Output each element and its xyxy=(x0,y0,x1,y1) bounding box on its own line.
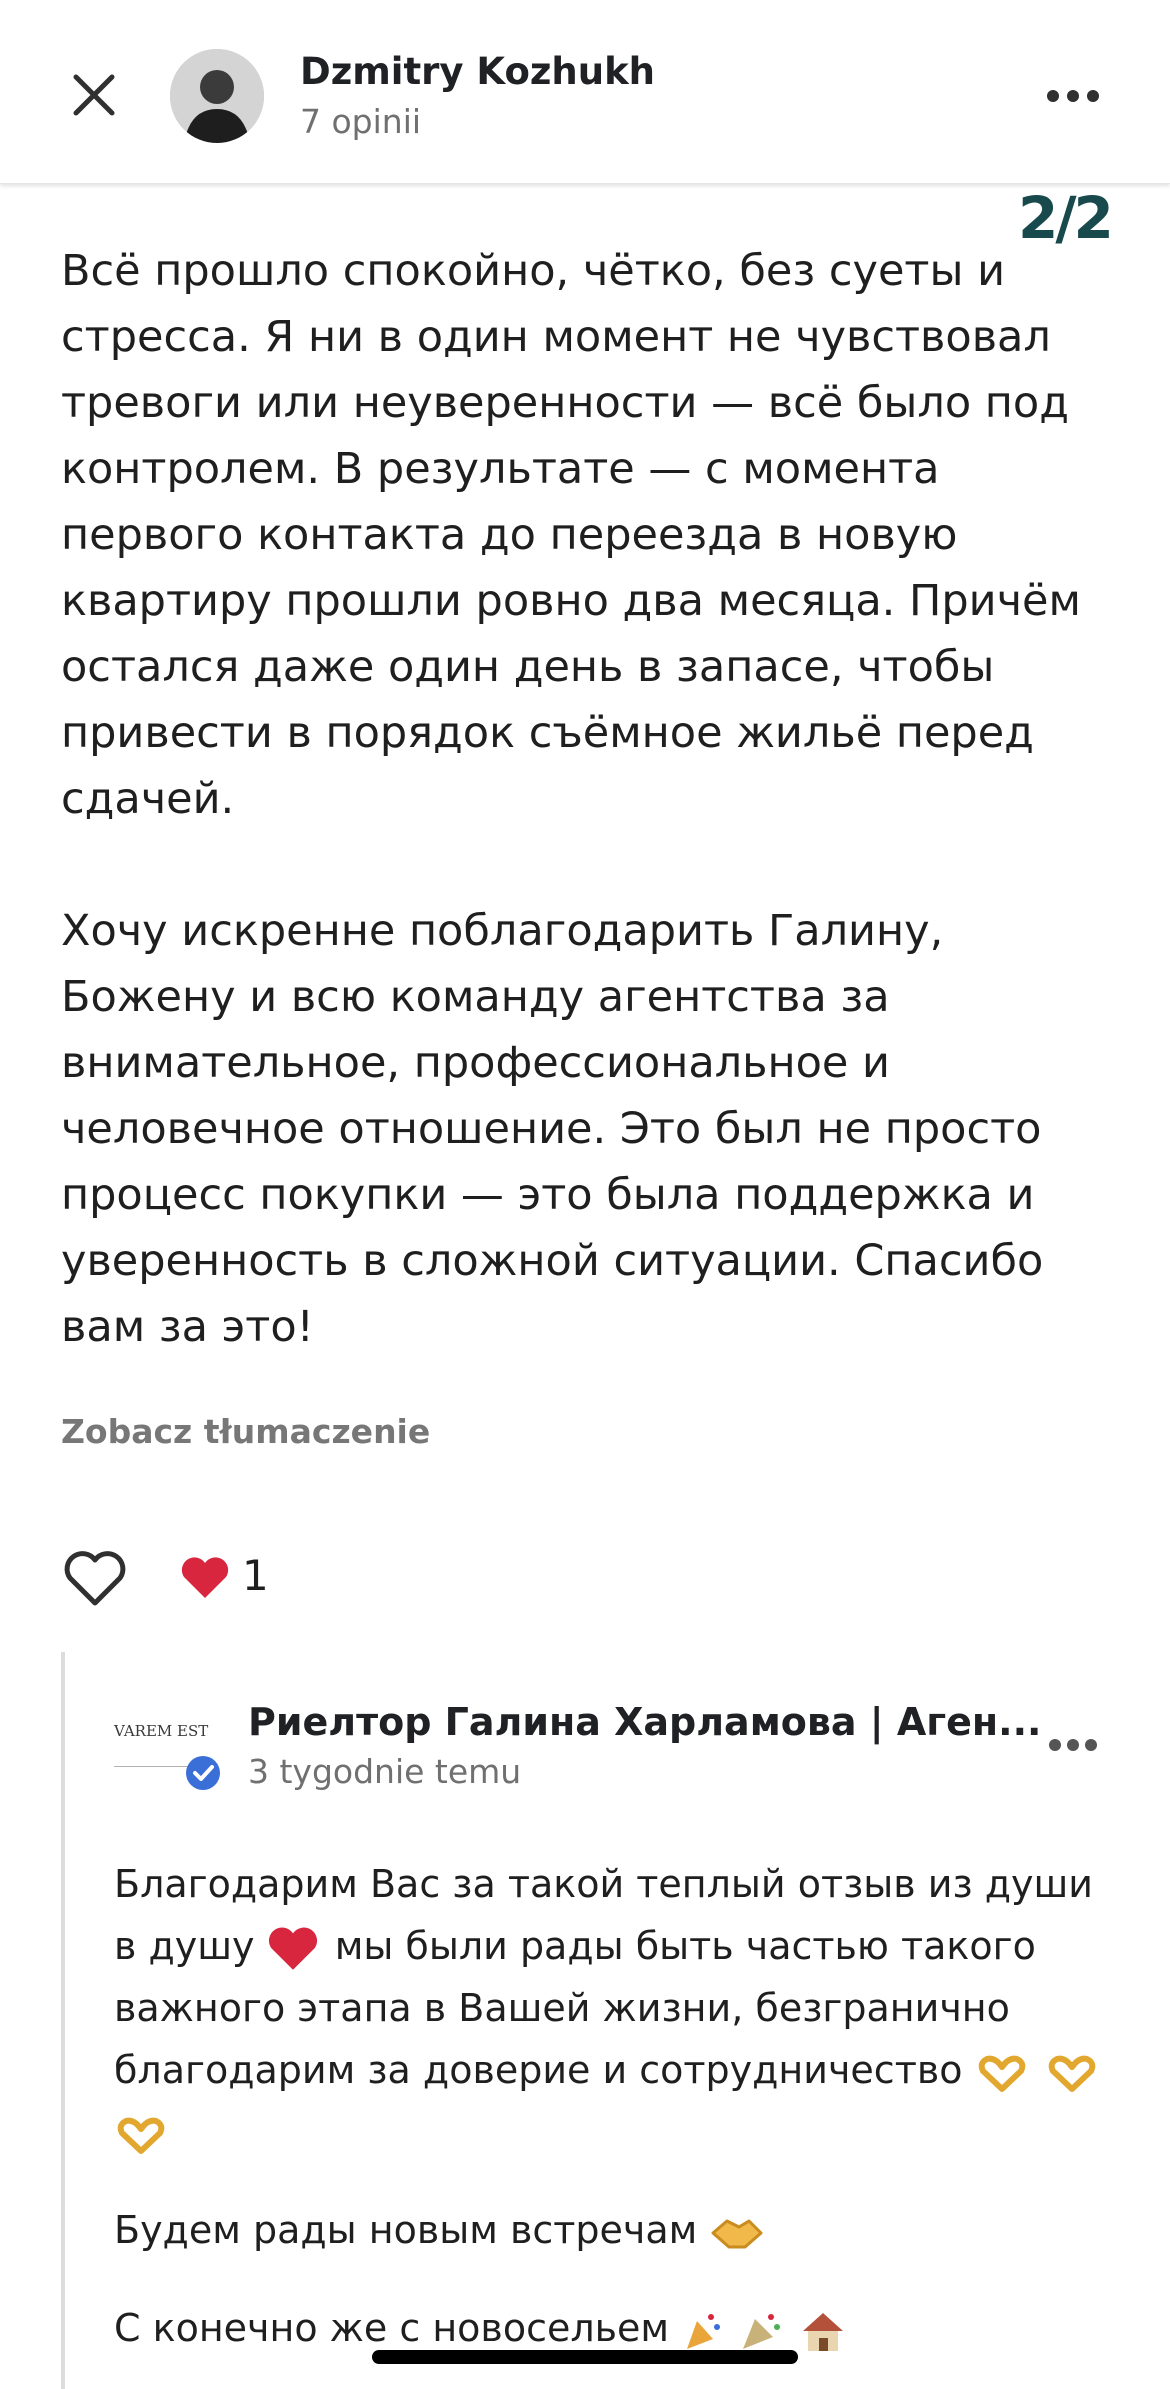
review-header: Dzmitry Kozhukh 7 opinii xyxy=(0,0,1170,184)
likes-count: 1 xyxy=(242,1551,269,1600)
reply-paragraph: Благодарим Вас за такой теплый отзыв из … xyxy=(114,1853,1114,2163)
author-review-count: 7 opinii xyxy=(300,102,422,141)
owner-name[interactable]: Риелтор Галина Харламова | Аген... xyxy=(248,1700,1042,1744)
house-emoji-icon xyxy=(803,2312,844,2351)
handshake-emoji-icon xyxy=(711,2219,763,2248)
heart-hands-emoji-icon xyxy=(1048,2055,1095,2092)
reply-paragraph: Будем рады новым встречам xyxy=(114,2199,1114,2261)
verified-badge-icon xyxy=(186,1756,220,1790)
owner-logo-text: VAREM EST xyxy=(114,1722,209,1740)
close-icon[interactable] xyxy=(66,67,122,123)
party-popper-emoji-icon xyxy=(687,2313,721,2349)
reply-time: 3 tygodnie temu xyxy=(248,1752,522,1791)
heart-hands-emoji-icon xyxy=(978,2055,1025,2092)
avatar[interactable] xyxy=(170,49,264,143)
red-heart-emoji-icon xyxy=(268,1927,317,1970)
home-indicator xyxy=(372,2350,798,2364)
heart-reaction-icon xyxy=(181,1557,229,1598)
review-paragraph: Хочу искренне поблагодарить Галину, Боже… xyxy=(61,906,1044,1352)
like-heart-icon[interactable] xyxy=(62,1548,128,1608)
review-text: Всё прошло спокойно, чётко, без суеты и … xyxy=(61,238,1111,1360)
reply-divider xyxy=(61,1652,65,2389)
heart-hands-emoji-icon xyxy=(117,2117,165,2154)
reply-text: Благодарим Вас за такой теплый отзыв из … xyxy=(114,1853,1114,2359)
confetti-emoji-icon xyxy=(743,2313,781,2349)
translate-link[interactable]: Zobacz tłumaczenie xyxy=(61,1412,430,1451)
reply-text-part: Будем рады новым встречам xyxy=(114,2208,698,2252)
more-options-icon[interactable] xyxy=(1047,1737,1099,1753)
reply-text-part: С конечно же с новосельем xyxy=(114,2306,670,2350)
avatar-person-icon xyxy=(170,49,264,143)
review-paragraph: Всё прошло спокойно, чётко, без суеты и … xyxy=(61,246,1081,824)
author-name[interactable]: Dzmitry Kozhukh xyxy=(300,50,655,93)
more-options-icon[interactable] xyxy=(1045,88,1101,104)
